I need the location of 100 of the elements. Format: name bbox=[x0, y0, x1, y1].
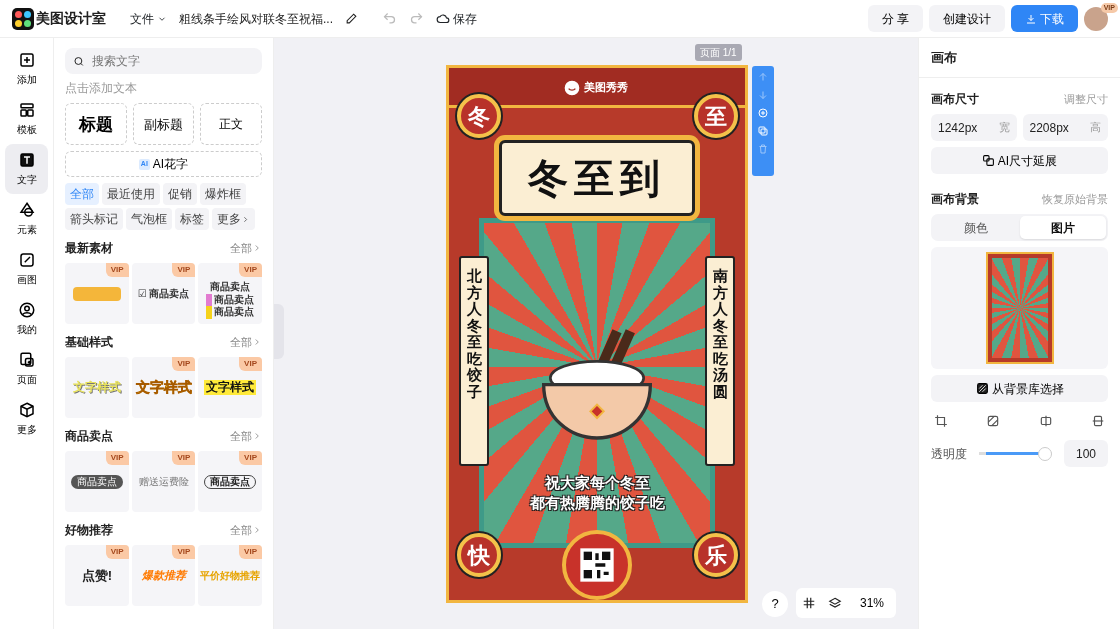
chevron-right-icon bbox=[241, 214, 250, 224]
hatched-square-icon bbox=[975, 382, 989, 395]
section-hint: 点击添加文本 bbox=[65, 81, 138, 96]
document-title[interactable]: 粗线条手绘风对联冬至祝福... bbox=[179, 9, 333, 28]
smile-logo-icon bbox=[564, 80, 580, 96]
style-sample-text: 点赞! bbox=[81, 567, 112, 584]
section-title: 画布背景 bbox=[931, 191, 979, 208]
style-preview-tile[interactable]: VIP 赠送运费险 bbox=[131, 451, 196, 513]
style-preview-tile[interactable]: VIP 爆款推荐 bbox=[131, 545, 196, 607]
vip-badge: VIP bbox=[239, 451, 262, 466]
style-preview-tile[interactable]: VIP 商品卖点 bbox=[198, 451, 262, 513]
vip-badge: VIP bbox=[105, 263, 129, 278]
resize-icon bbox=[981, 154, 995, 167]
user-icon bbox=[17, 301, 36, 319]
pattern-icon[interactable] bbox=[986, 414, 1001, 428]
opacity-field[interactable]: 100 bbox=[1064, 440, 1108, 467]
sticker-preview-icon bbox=[72, 286, 121, 301]
section-title: 画布尺寸 bbox=[931, 91, 979, 108]
download-button[interactable]: 下载 bbox=[1011, 5, 1078, 32]
ai-extend-button[interactable]: AI尺寸延展 bbox=[931, 147, 1108, 174]
vip-badge: VIP bbox=[172, 545, 196, 560]
sidebar-tab[interactable]: 我的 bbox=[5, 294, 48, 344]
style-preview-tile[interactable]: VIP 平价好物推荐 bbox=[198, 545, 262, 607]
filter-chip[interactable]: 箭头标记 bbox=[65, 208, 123, 231]
sidebar-tab[interactable]: 更多 bbox=[5, 394, 48, 444]
corner-medallion: 乐 bbox=[694, 533, 738, 577]
qr-code-icon bbox=[577, 545, 617, 585]
file-menu[interactable]: 文件 bbox=[130, 9, 167, 28]
text-preset-button[interactable]: 正文 bbox=[200, 103, 262, 146]
style-sample-text: 文字样式 bbox=[204, 380, 257, 396]
style-preview-tile[interactable]: VIP 点赞! bbox=[65, 545, 129, 607]
add-circle-icon[interactable] bbox=[757, 107, 769, 119]
search-icon bbox=[73, 54, 85, 68]
size-field[interactable]: 1242px 宽 bbox=[931, 114, 1017, 141]
download-icon bbox=[1025, 12, 1037, 25]
see-all-link[interactable]: 全部 bbox=[230, 334, 262, 351]
style-preview-tile[interactable]: VIP 文字样式 bbox=[198, 357, 262, 419]
style-preview-tile[interactable]: VIP 文字样式 bbox=[131, 357, 196, 419]
redo-icon[interactable] bbox=[409, 11, 424, 26]
help-button[interactable]: ? bbox=[762, 591, 788, 617]
crop-icon[interactable] bbox=[934, 414, 948, 428]
page-label: 页面 1/1 bbox=[695, 44, 742, 61]
style-sample-text: 文字样式 bbox=[135, 379, 192, 397]
section-title: 基础样式 bbox=[65, 334, 113, 352]
style-sample-text: 爆款推荐 bbox=[141, 568, 186, 583]
grid-icon[interactable] bbox=[802, 596, 816, 610]
filter-chip[interactable]: 促销 bbox=[163, 183, 197, 206]
collapse-handle[interactable] bbox=[274, 304, 284, 359]
style-preview-tile[interactable]: VIP bbox=[65, 263, 129, 325]
app-logo-icon bbox=[12, 7, 34, 30]
background-library-button[interactable]: 从背景库选择 bbox=[931, 375, 1108, 402]
sidebar-tab[interactable]: 元素 bbox=[5, 194, 48, 244]
search-field[interactable]: 搜索文字 bbox=[65, 48, 262, 74]
sidebar-tab[interactable]: 页面 bbox=[5, 344, 48, 394]
sidebar-tab[interactable]: 画图 bbox=[5, 244, 48, 294]
flip-horizontal-icon[interactable] bbox=[1038, 414, 1053, 428]
vip-badge: VIP bbox=[105, 451, 129, 466]
style-preview-tile[interactable]: VIP ☑ 商品卖点 bbox=[131, 263, 196, 325]
filter-chip[interactable]: 更多 bbox=[212, 208, 255, 231]
corner-medallion: 快 bbox=[457, 533, 501, 577]
duplicate-icon[interactable] bbox=[757, 125, 769, 137]
text-preset-button[interactable]: 标题 bbox=[65, 103, 127, 146]
save-button[interactable]: 保存 bbox=[436, 9, 477, 28]
style-preview-tile[interactable]: VIP 商品卖点 bbox=[65, 451, 129, 513]
corner-medallion: 至 bbox=[694, 94, 738, 138]
app-name: 美图设计室 bbox=[36, 9, 106, 28]
text-preset-button[interactable]: 副标题 bbox=[132, 103, 195, 146]
filter-chip[interactable]: 爆炸框 bbox=[200, 183, 246, 206]
see-all-link[interactable]: 全部 bbox=[230, 240, 262, 257]
share-button[interactable]: 分 享 bbox=[867, 5, 923, 32]
background-tab[interactable]: 颜色 bbox=[933, 216, 1020, 239]
vip-badge: VIP bbox=[105, 545, 129, 560]
poster-logo-text: 美图秀秀 bbox=[584, 80, 628, 95]
search-input[interactable]: 搜索文字 bbox=[89, 51, 254, 71]
edit-icon[interactable] bbox=[345, 12, 358, 25]
slider-thumb[interactable] bbox=[1038, 446, 1052, 461]
see-all-link[interactable]: 全部 bbox=[230, 428, 262, 445]
style-sample-text: 平价好物推荐 bbox=[200, 569, 261, 582]
page-icon bbox=[17, 351, 36, 369]
trash-icon[interactable] bbox=[757, 143, 769, 155]
style-sample-text: 商品卖点 bbox=[70, 474, 123, 489]
create-design-button[interactable]: 创建设计 bbox=[929, 5, 1005, 32]
shapes-icon bbox=[17, 201, 36, 219]
vip-badge: VIP bbox=[239, 263, 262, 278]
sidebar-tab[interactable]: 文字 bbox=[5, 144, 48, 194]
layers-icon[interactable] bbox=[828, 596, 842, 610]
filter-chip[interactable]: 气泡框 bbox=[126, 208, 172, 231]
filter-chip[interactable]: 最近使用 bbox=[102, 183, 160, 206]
style-preview-tile[interactable]: VIP 商品卖点 商品卖点 商品卖点 bbox=[198, 263, 262, 325]
sidebar-tab[interactable]: 模板 bbox=[5, 94, 48, 144]
filter-chip[interactable]: 标签 bbox=[175, 208, 209, 231]
undo-icon[interactable] bbox=[382, 11, 397, 26]
size-field[interactable]: 2208px 高 bbox=[1022, 114, 1108, 141]
sidebar-tab[interactable]: 添加 bbox=[5, 44, 48, 94]
see-all-link[interactable]: 全部 bbox=[230, 522, 262, 539]
background-tab[interactable]: 图片 bbox=[1019, 216, 1106, 239]
style-sample-text: 商品卖点 bbox=[206, 293, 255, 306]
couplet-text: 北方人冬至吃饺子 bbox=[466, 268, 482, 402]
flip-vertical-icon[interactable] bbox=[1091, 414, 1105, 428]
zoom-level[interactable]: 31% bbox=[854, 593, 891, 613]
